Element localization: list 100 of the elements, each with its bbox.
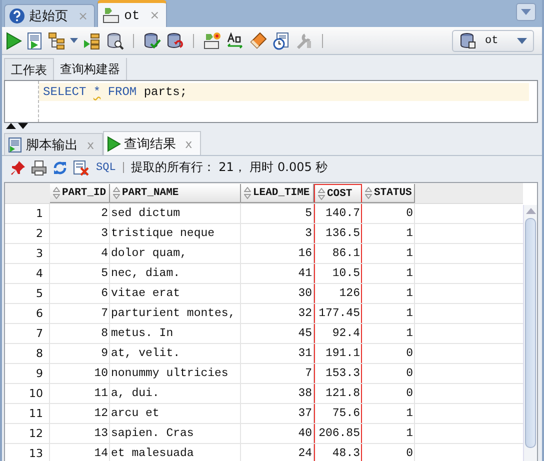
print-icon[interactable]: [31, 160, 47, 176]
row-number: 7: [5, 324, 50, 343]
table-cell: 5: [50, 264, 110, 283]
row-number: 11: [5, 404, 50, 423]
database-tree-icon[interactable]: [48, 32, 66, 50]
column-header[interactable]: STATUS: [362, 184, 415, 203]
table-cell: 0: [362, 384, 415, 403]
table-cell: 0: [362, 364, 415, 383]
table-cell: 92.4: [314, 324, 362, 343]
table-cell: 38: [241, 384, 314, 403]
database-undo-icon[interactable]: [166, 32, 184, 50]
table-cell: 1: [362, 224, 415, 243]
table-cell: 3: [241, 224, 314, 243]
table-cell: 1: [362, 324, 415, 343]
row-number: 4: [5, 264, 50, 283]
help-icon: [9, 8, 25, 24]
delete-rows-icon[interactable]: [73, 160, 89, 176]
row-number: 8: [5, 344, 50, 363]
table-cell: 41: [241, 264, 314, 283]
run-icon[interactable]: [6, 32, 22, 50]
table-cell: 1: [362, 284, 415, 303]
run-icon: [107, 136, 122, 152]
sql-file-icon: [102, 6, 120, 24]
history-icon[interactable]: [272, 32, 290, 50]
table-cell: 153.3: [314, 364, 362, 383]
explain-plan-icon[interactable]: [83, 32, 101, 50]
table-cell: 191.1: [314, 344, 362, 363]
editor-tab[interactable]: 起始页 ×: [4, 4, 96, 27]
column-header[interactable]: COST: [314, 184, 362, 203]
connection-dropdown[interactable]: ot: [452, 30, 534, 52]
table-cell: 1: [362, 244, 415, 263]
table-cell: 40: [241, 424, 314, 443]
sort-icon: [113, 187, 120, 199]
table-cell: 11: [50, 384, 110, 403]
table-cell: 75.6: [314, 404, 362, 423]
sql-editor[interactable]: SELECT * FROM parts;: [4, 80, 538, 123]
table-cell: 140.7: [314, 204, 362, 223]
table-cell: 6: [50, 284, 110, 303]
row-number: 12: [5, 424, 50, 443]
editor-tab[interactable]: ot ×: [97, 0, 167, 27]
document-icon: [8, 136, 23, 152]
table-cell: 2: [50, 204, 110, 223]
table-cell: sed dictum: [110, 204, 241, 223]
table-cell: 7: [50, 304, 110, 323]
table-cell: 48.3: [314, 444, 362, 461]
row-number: 3: [5, 244, 50, 263]
text-case-icon[interactable]: [226, 32, 244, 50]
sort-icon: [318, 188, 325, 200]
table-cell: 31: [241, 344, 314, 363]
new-sql-icon[interactable]: [203, 32, 221, 50]
table-cell: 24: [241, 444, 314, 461]
table-cell: 8: [50, 324, 110, 343]
refresh-icon[interactable]: [52, 160, 68, 176]
table-cell: tristique neque: [110, 224, 241, 243]
table-cell: 9: [50, 344, 110, 363]
table-cell: 1: [362, 424, 415, 443]
row-number: 13: [5, 444, 50, 461]
run-script-icon[interactable]: [27, 32, 43, 50]
table-cell: 10.5: [314, 264, 362, 283]
result-tab[interactable]: 脚本输出 x: [4, 133, 104, 155]
column-header[interactable]: LEAD_TIME: [241, 184, 314, 203]
table-cell: 1: [362, 264, 415, 283]
table-cell: 37: [241, 404, 314, 423]
table-cell: 16: [241, 244, 314, 263]
table-cell: 30: [241, 284, 314, 303]
table-cell: 12: [50, 404, 110, 423]
table-cell: nonummy ultricies: [110, 364, 241, 383]
row-number: 1: [5, 204, 50, 223]
caret-icon[interactable]: [70, 38, 78, 43]
table-cell: 1: [362, 404, 415, 423]
table-cell: 32: [241, 304, 314, 323]
pin-icon[interactable]: [10, 160, 26, 176]
table-cell: 13: [50, 424, 110, 443]
worksheet-tab[interactable]: 工作表: [4, 58, 54, 80]
table-cell: 5: [241, 204, 314, 223]
row-number: 6: [5, 304, 50, 323]
column-header[interactable]: PART_NAME: [110, 184, 241, 203]
caret-icon: [521, 9, 531, 15]
tab-list-button[interactable]: [516, 3, 536, 21]
table-cell: nec, diam.: [110, 264, 241, 283]
table-cell: arcu et: [110, 404, 241, 423]
sql-link[interactable]: SQL: [96, 162, 116, 174]
row-number: 10: [5, 384, 50, 403]
column-header[interactable]: PART_ID: [50, 184, 110, 203]
sort-icon: [244, 187, 251, 199]
table-cell: 14: [50, 444, 110, 461]
splitter-arrows-icon[interactable]: [6, 123, 28, 129]
table-cell: vitae erat: [110, 284, 241, 303]
table-cell: 126: [314, 284, 362, 303]
scrollbar[interactable]: [523, 205, 537, 461]
result-tab[interactable]: 查询结果 x: [103, 131, 202, 155]
status-text: 提取的所有行： 21， 用时 0.005 秒: [130, 159, 328, 176]
eraser-icon[interactable]: [249, 32, 267, 50]
table-cell: 1: [362, 304, 415, 323]
table-cell: 0: [362, 344, 415, 363]
database-icon: [459, 32, 477, 50]
database-check-icon[interactable]: [143, 32, 161, 50]
database-search-icon[interactable]: [106, 32, 124, 50]
row-number: 5: [5, 284, 50, 303]
table-cell: 136.5: [314, 224, 362, 243]
